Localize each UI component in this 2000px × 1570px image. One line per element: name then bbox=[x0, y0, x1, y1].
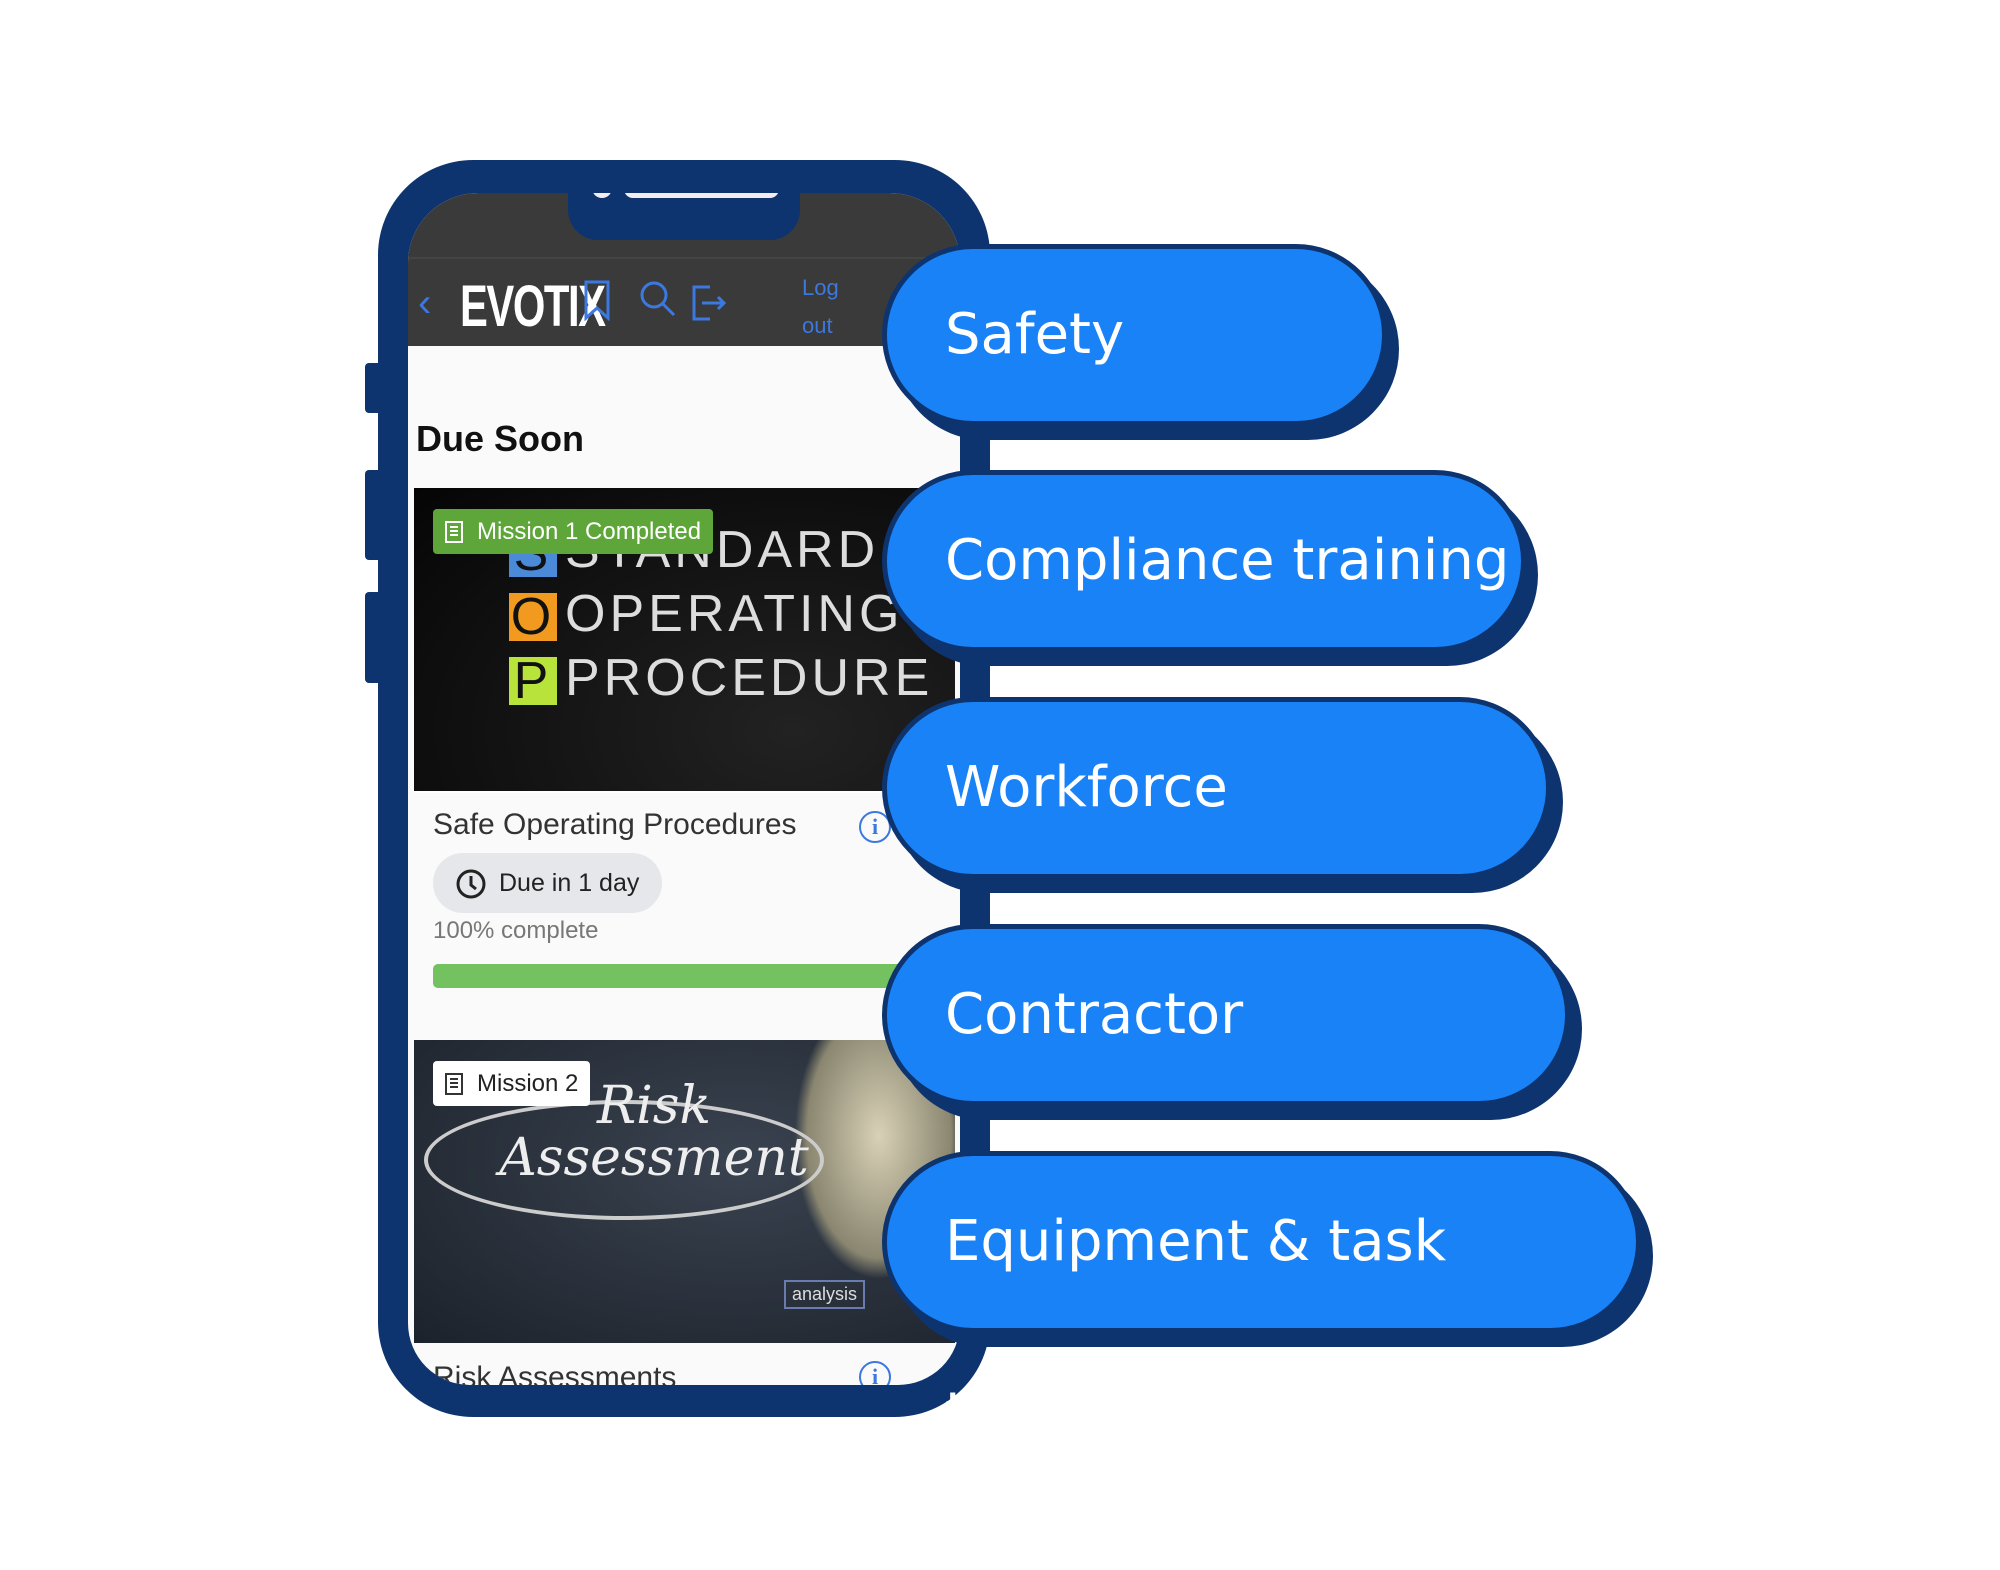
course-image: SSTANDARD OOPERATING PPROCEDURE Mission … bbox=[414, 488, 955, 791]
image-text: OPERATING bbox=[565, 585, 904, 643]
phone-screen: ‹ EVOTIX Logout Due Soon SSTANDARD OOPER… bbox=[408, 193, 960, 1385]
back-chevron-icon[interactable]: ‹ bbox=[418, 281, 431, 326]
course-card[interactable]: Risk Assessment analysis Mission 2 bbox=[414, 1040, 955, 1343]
book-icon bbox=[445, 1073, 463, 1095]
search-icon[interactable] bbox=[638, 279, 678, 319]
mission-badge: Mission 2 bbox=[433, 1061, 591, 1106]
due-badge: Due in 1 day bbox=[433, 853, 662, 913]
info-icon[interactable]: i bbox=[859, 1361, 891, 1385]
logout-icon[interactable] bbox=[690, 283, 730, 323]
image-text: analysis bbox=[784, 1280, 866, 1309]
badge-label: Mission 1 Completed bbox=[477, 518, 702, 545]
book-icon bbox=[445, 521, 463, 543]
logout-link[interactable]: Log out bbox=[802, 269, 839, 345]
clock-icon bbox=[456, 869, 486, 899]
progress-fill bbox=[433, 964, 960, 988]
feature-pill: Compliance training bbox=[882, 470, 1526, 652]
course-title[interactable]: Safe Operating Procedures bbox=[433, 808, 797, 842]
logout-label: out bbox=[802, 313, 833, 338]
logout-label: Log bbox=[802, 275, 839, 300]
feature-pill: Contractor onboarding bbox=[882, 924, 1570, 1219]
progress-text: 100% complete bbox=[433, 917, 599, 944]
status-badge: Mission 1 Completed bbox=[433, 509, 714, 554]
badge-label: Mission 2 bbox=[477, 1070, 579, 1097]
course-card[interactable]: SSTANDARD OOPERATING PPROCEDURE Mission … bbox=[414, 488, 955, 793]
progress-bar bbox=[433, 964, 960, 988]
section-title: Due Soon bbox=[416, 418, 584, 459]
course-image: Risk Assessment analysis Mission 2 bbox=[414, 1040, 955, 1343]
phone-notch bbox=[568, 193, 800, 240]
feature-pill: Equipment & task training bbox=[882, 1151, 1641, 1446]
course-title[interactable]: Risk Assessments bbox=[433, 1361, 676, 1385]
feature-pill: Safety briefings bbox=[882, 244, 1387, 539]
image-text: Assessment bbox=[499, 1128, 809, 1188]
due-label: Due in 1 day bbox=[499, 869, 640, 897]
bookmark-icon[interactable] bbox=[582, 279, 612, 321]
feature-pill: Workforce onboarding bbox=[882, 697, 1551, 992]
image-text: PROCEDURE bbox=[565, 649, 934, 707]
